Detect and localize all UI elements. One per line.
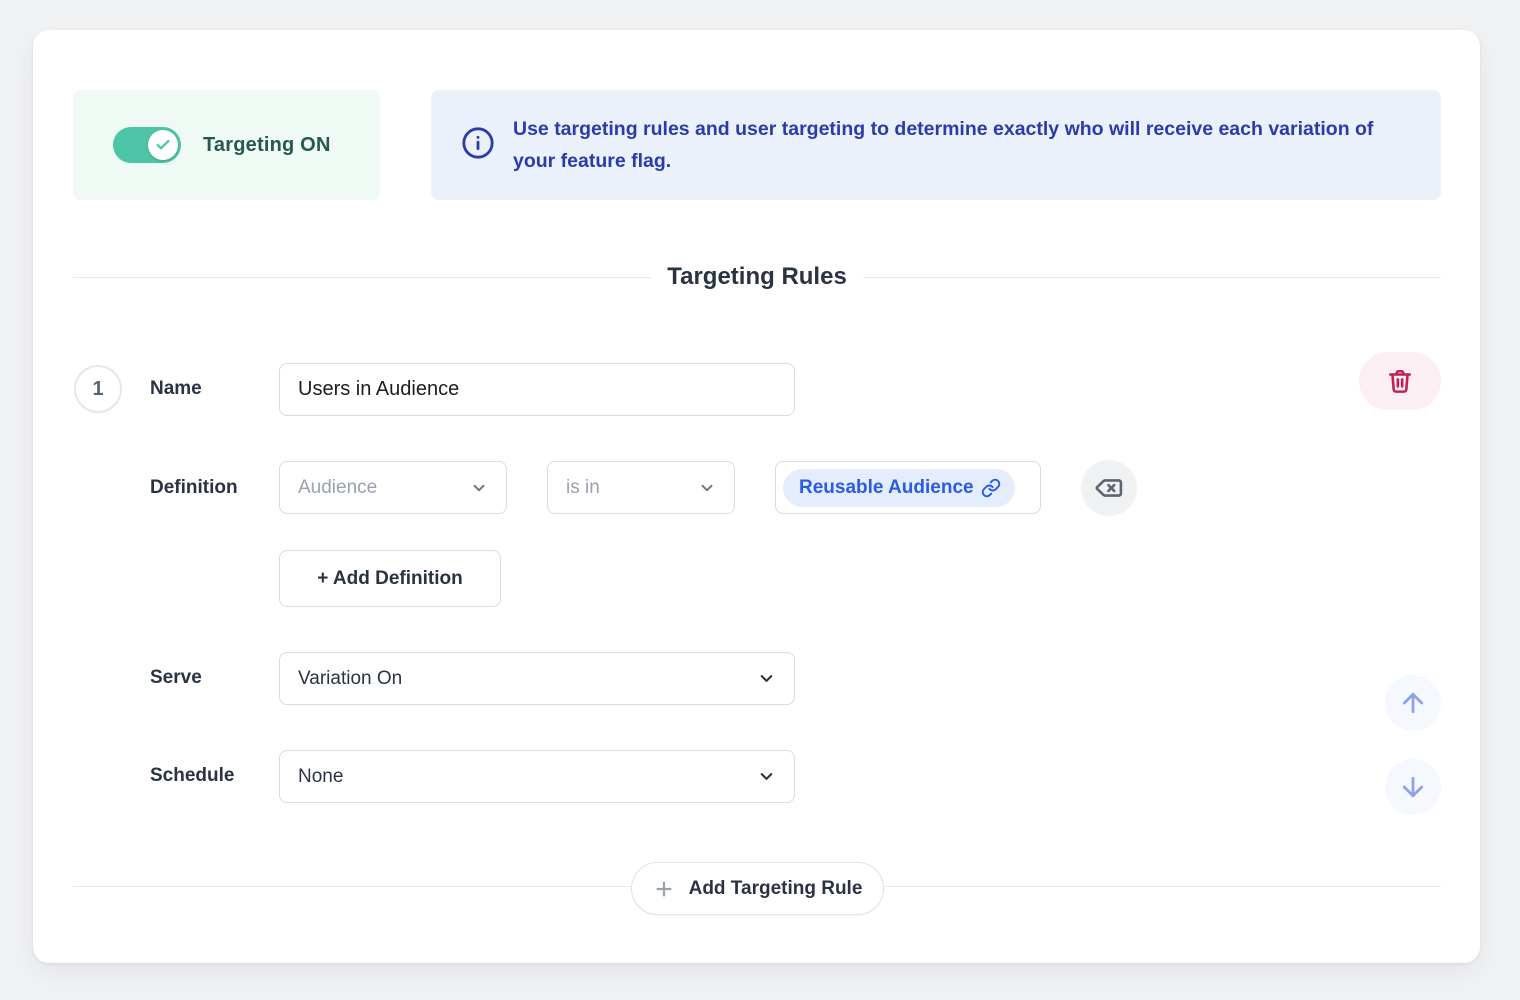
link-icon	[981, 478, 1001, 498]
delete-rule-button[interactable]	[1359, 352, 1441, 410]
schedule-dropdown[interactable]: None	[279, 750, 795, 803]
definition-comparator-value: is in	[566, 477, 600, 499]
info-banner: Use targeting rules and user targeting t…	[431, 90, 1441, 200]
section-title: Targeting Rules	[667, 263, 847, 291]
rule-name-input[interactable]	[279, 363, 795, 416]
serve-value: Variation On	[298, 668, 402, 690]
chevron-down-icon	[757, 767, 776, 786]
add-definition-button[interactable]: + Add Definition	[279, 550, 501, 607]
backspace-icon	[1095, 474, 1123, 502]
definition-audience-field[interactable]: Reusable Audience	[775, 461, 1041, 514]
move-rule-up-button[interactable]	[1385, 675, 1441, 731]
info-banner-text: Use targeting rules and user targeting t…	[513, 113, 1395, 177]
serve-label: Serve	[150, 664, 202, 692]
chevron-down-icon	[698, 479, 716, 497]
definition-subject-dropdown[interactable]: Audience	[279, 461, 507, 514]
trash-icon	[1387, 368, 1413, 394]
chevron-down-icon	[470, 479, 488, 497]
targeting-status-label: Targeting ON	[203, 134, 331, 157]
definition-comparator-dropdown[interactable]: is in	[547, 461, 735, 514]
info-icon	[461, 126, 495, 165]
arrow-up-icon	[1398, 688, 1428, 718]
clear-definition-button[interactable]	[1081, 460, 1137, 516]
targeting-toggle[interactable]	[113, 127, 181, 163]
add-targeting-rule-label: Add Targeting Rule	[689, 878, 863, 900]
targeting-panel: Targeting ON Use targeting rules and use…	[33, 30, 1480, 963]
divider-right	[863, 277, 1441, 278]
rule-number-badge: 1	[74, 365, 122, 413]
toggle-knob	[148, 130, 178, 160]
schedule-label: Schedule	[150, 762, 234, 790]
reusable-audience-chip-label: Reusable Audience	[799, 477, 974, 499]
chevron-down-icon	[757, 669, 776, 688]
check-icon	[155, 137, 171, 153]
definition-subject-value: Audience	[298, 477, 377, 499]
serve-dropdown[interactable]: Variation On	[279, 652, 795, 705]
name-label: Name	[150, 375, 202, 403]
targeting-status-box: Targeting ON	[73, 90, 380, 200]
plus-icon	[653, 878, 675, 900]
section-header: Targeting Rules	[73, 263, 1441, 291]
divider-left	[73, 277, 651, 278]
add-targeting-rule-button[interactable]: Add Targeting Rule	[631, 862, 884, 915]
reusable-audience-chip[interactable]: Reusable Audience	[783, 469, 1015, 507]
schedule-value: None	[298, 766, 343, 788]
definition-label: Definition	[150, 474, 238, 502]
move-rule-down-button[interactable]	[1385, 759, 1441, 815]
arrow-down-icon	[1398, 772, 1428, 802]
